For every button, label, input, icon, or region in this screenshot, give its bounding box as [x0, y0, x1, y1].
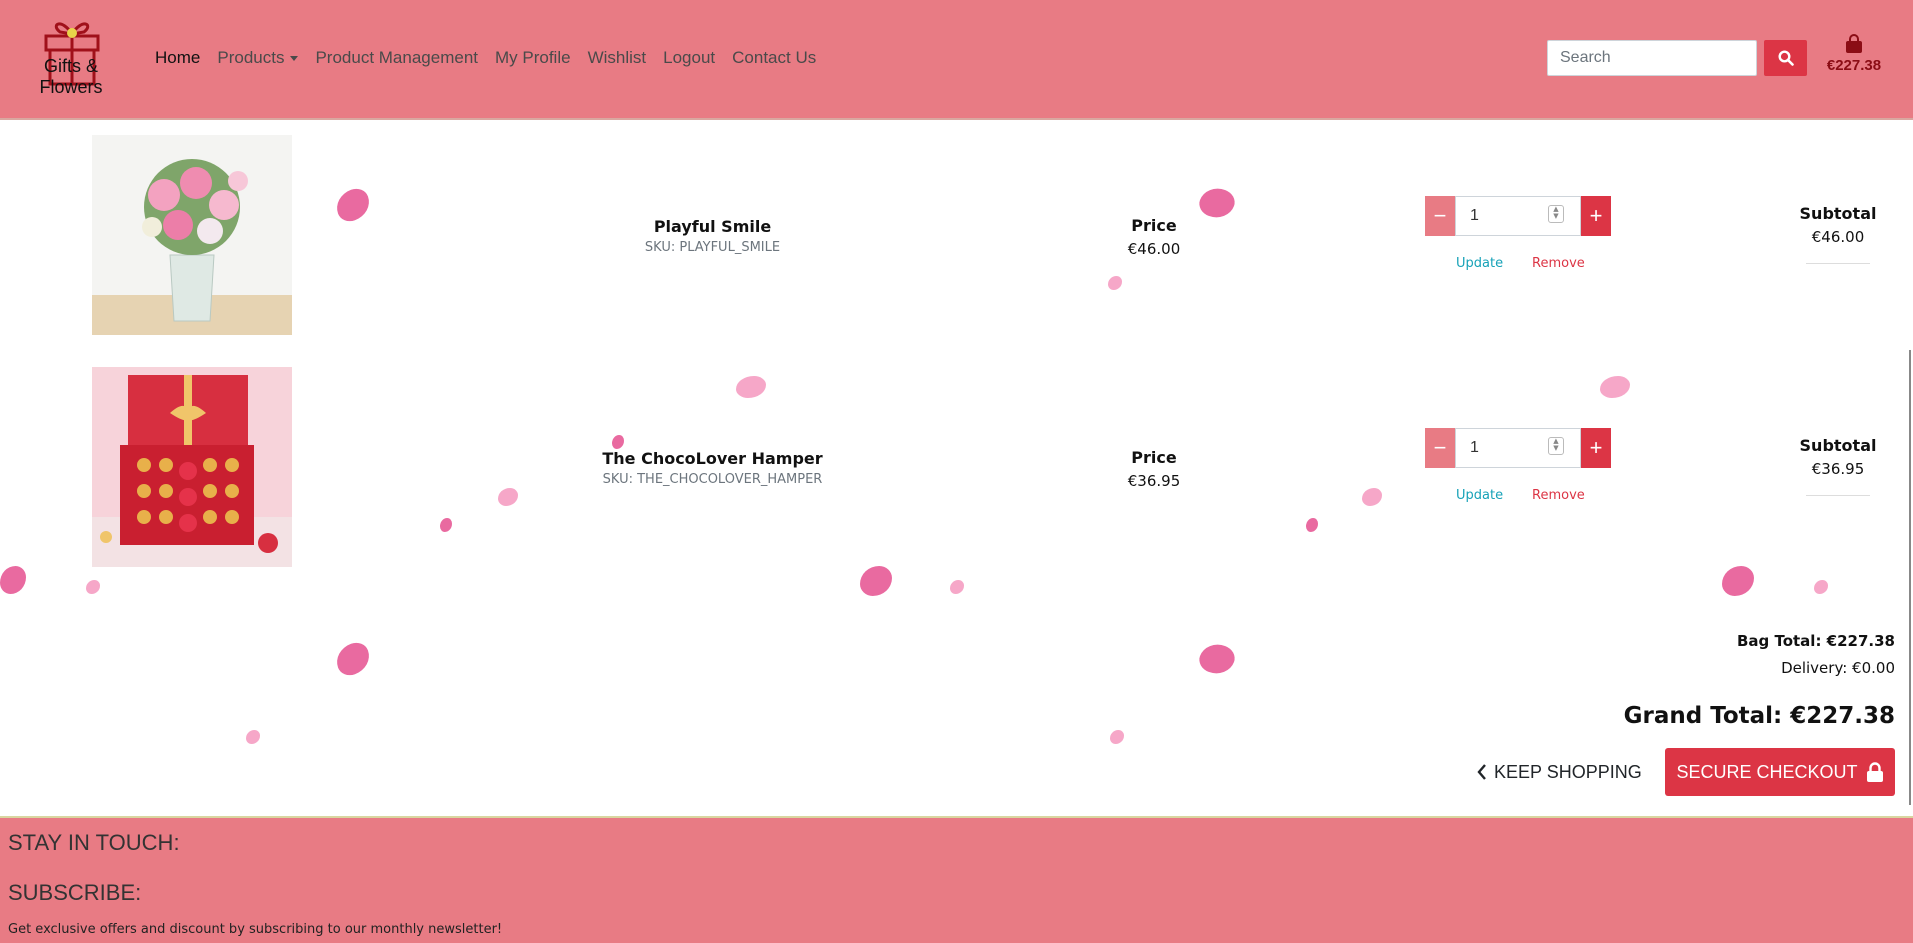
- nav-product-management[interactable]: Product Management: [315, 48, 478, 68]
- minus-icon: −: [1433, 203, 1447, 228]
- cart-row: Playful Smile SKU: PLAYFUL_SMILE Price €…: [0, 135, 1913, 345]
- hamper-image: [92, 367, 292, 567]
- chevron-left-icon: [1477, 764, 1486, 780]
- product-image-chocolover-hamper[interactable]: [92, 367, 292, 567]
- secure-checkout-button[interactable]: Secure Checkout: [1665, 748, 1895, 796]
- delivery-cost: Delivery: €0.00: [1781, 659, 1895, 677]
- price-label: Price: [1131, 216, 1177, 235]
- nav-home[interactable]: Home: [155, 48, 200, 68]
- decrement-button[interactable]: −: [1425, 196, 1455, 236]
- spinner-arrows-icon[interactable]: ▲ ▼: [1548, 205, 1564, 223]
- stay-in-touch-heading: Stay in touch:: [8, 830, 180, 855]
- brand-name: Gifts & Flowers: [39, 56, 103, 97]
- quantity-stepper: − +: [1425, 196, 1611, 236]
- site-header: Gifts & Flowers Home Products Product Ma…: [0, 0, 1913, 120]
- search-button[interactable]: [1764, 40, 1807, 76]
- product-info: The ChocoLover Hamper SKU: THE_CHOCOLOVE…: [560, 449, 865, 487]
- nav-wishlist[interactable]: Wishlist: [588, 48, 647, 68]
- subtotal-value: €46.00: [1811, 228, 1865, 246]
- subscribe-heading: Subscribe:: [8, 880, 142, 905]
- divider: [1806, 495, 1870, 496]
- keep-shopping-label: Keep Shopping: [1494, 761, 1642, 782]
- subscribe-text: Get exclusive offers and discount by sub…: [8, 922, 503, 937]
- nav-logout[interactable]: Logout: [663, 48, 715, 68]
- subtotal-value: €36.95: [1811, 460, 1865, 478]
- plus-icon: +: [1589, 435, 1603, 460]
- update-link[interactable]: Update: [1456, 488, 1503, 503]
- bag-total: Bag Total: €227.38: [1736, 632, 1895, 650]
- brand-logo[interactable]: Gifts & Flowers: [10, 14, 132, 97]
- nav-my-profile[interactable]: My Profile: [495, 48, 571, 68]
- product-sku: SKU: THE_CHOCOLOVER_HAMPER: [602, 472, 823, 487]
- bag-total-amount: €227.38: [1826, 57, 1882, 74]
- secure-checkout-label: Secure Checkout: [1676, 761, 1858, 782]
- plus-icon: +: [1589, 203, 1603, 228]
- chevron-down-icon: [290, 56, 299, 62]
- search-icon: [1777, 50, 1794, 66]
- petal-decoration: [331, 639, 375, 679]
- nav-products-label: Products: [217, 48, 285, 67]
- search-input[interactable]: [1547, 40, 1757, 76]
- quantity-stepper: − +: [1425, 428, 1611, 468]
- remove-link[interactable]: Remove: [1532, 256, 1585, 271]
- site-footer: Stay in touch: Subscribe: Get exclusive …: [0, 816, 1913, 943]
- petal-decoration: [1110, 730, 1124, 744]
- petal-decoration: [950, 580, 964, 594]
- price-column: Price €36.95: [1104, 448, 1204, 490]
- remove-link[interactable]: Remove: [1532, 488, 1585, 503]
- subtotal-label: Subtotal: [1799, 436, 1877, 455]
- product-image-playful-smile[interactable]: [92, 135, 292, 335]
- price-label: Price: [1131, 448, 1177, 467]
- product-name: The ChocoLover Hamper: [602, 449, 823, 468]
- nav-contact-us[interactable]: Contact Us: [732, 48, 816, 68]
- increment-button[interactable]: +: [1581, 428, 1611, 468]
- flower-bouquet-image: [92, 135, 292, 335]
- cart-row: The ChocoLover Hamper SKU: THE_CHOCOLOVE…: [0, 367, 1913, 577]
- price-value: €46.00: [1127, 240, 1181, 258]
- price-value: €36.95: [1127, 472, 1181, 490]
- decrement-button[interactable]: −: [1425, 428, 1455, 468]
- increment-button[interactable]: +: [1581, 196, 1611, 236]
- spinner-arrows-icon[interactable]: ▲ ▼: [1548, 437, 1564, 455]
- main-nav: Home Products Product Management My Prof…: [155, 48, 833, 68]
- subtotal-column: Subtotal €36.95: [1788, 436, 1888, 496]
- petal-decoration: [1814, 580, 1828, 594]
- keep-shopping-button[interactable]: Keep Shopping: [1476, 748, 1642, 796]
- scrollbar[interactable]: [1909, 350, 1911, 805]
- shopping-bag-icon: [1846, 34, 1862, 53]
- minus-icon: −: [1433, 435, 1447, 460]
- nav-products[interactable]: Products: [217, 48, 299, 68]
- divider: [1806, 263, 1870, 264]
- update-link[interactable]: Update: [1456, 256, 1503, 271]
- subtotal-column: Subtotal €46.00: [1788, 204, 1888, 264]
- petal-decoration: [1195, 639, 1239, 679]
- shopping-bag-link[interactable]: €227.38: [1818, 34, 1890, 74]
- product-name: Playful Smile: [653, 217, 772, 236]
- petal-decoration: [86, 580, 100, 594]
- petal-decoration: [246, 730, 260, 744]
- product-sku: SKU: PLAYFUL_SMILE: [644, 240, 781, 255]
- price-column: Price €46.00: [1104, 216, 1204, 258]
- lock-icon: [1866, 762, 1883, 782]
- product-info: Playful Smile SKU: PLAYFUL_SMILE: [560, 217, 865, 255]
- subtotal-label: Subtotal: [1799, 204, 1877, 223]
- grand-total: Grand Total: €227.38: [1623, 703, 1895, 729]
